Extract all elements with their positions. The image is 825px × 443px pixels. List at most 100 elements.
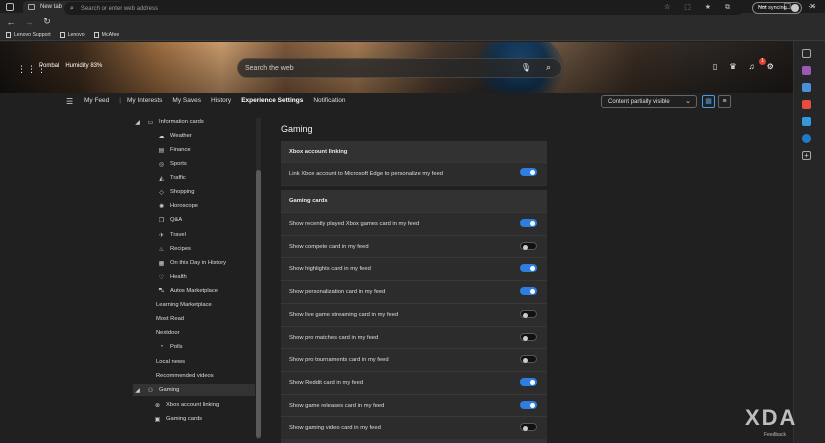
refresh-button[interactable]: ↻: [38, 16, 56, 27]
qa-icon: ❐: [158, 217, 165, 224]
toggle-switch[interactable]: [520, 219, 537, 227]
grid-layout-icon[interactable]: ▦: [702, 95, 715, 108]
microphone-icon[interactable]: 🎙︎: [521, 63, 531, 72]
toggle-knob: [523, 335, 528, 341]
bookmarks-bar: Lenovo Support Lenovo McAfee: [0, 30, 825, 41]
toggle-switch[interactable]: [520, 401, 537, 409]
gaming-card-row: Show live game streaming card in my feed: [281, 303, 547, 326]
phone-icon[interactable]: ▯: [713, 62, 717, 71]
tree-item-information-cards[interactable]: ◢ ▭ Information cards: [133, 116, 204, 128]
toggle-switch[interactable]: [520, 264, 537, 272]
rewards-icon[interactable]: ♛: [729, 62, 736, 71]
weather-widget[interactable]: Pombal Humidity 83%: [39, 63, 102, 69]
shopping-sidebar-icon[interactable]: [802, 66, 811, 75]
gaming-card-row-label: Show pro matches card in my feed: [289, 335, 379, 341]
tree-item-travel[interactable]: ✈ Travel: [157, 229, 186, 241]
bookmark-item[interactable]: Lenovo: [59, 32, 85, 38]
outlook-sidebar-icon[interactable]: [802, 117, 811, 126]
toggle-switch[interactable]: [520, 423, 537, 431]
tree-item-weather[interactable]: ☁ Weather: [157, 130, 192, 142]
nav-my-interests[interactable]: My Interests: [127, 97, 162, 104]
recipes-icon: ♨: [158, 246, 165, 253]
tree-item-xbox-account-linking[interactable]: ⊗ Xbox account linking: [153, 399, 219, 411]
xbox-link-row: Link Xbox account to Microsoft Edge to p…: [281, 162, 547, 185]
tree-item-autos-marketplace[interactable]: ⛍ Autos Marketplace: [157, 285, 218, 297]
tree-item-horoscope[interactable]: ✺ Horoscope: [157, 200, 198, 212]
nav-my-feed[interactable]: My Feed: [84, 97, 109, 104]
bookmark-item[interactable]: McAfee: [93, 32, 119, 38]
traffic-icon: ◭: [159, 175, 164, 182]
skype-sidebar-icon[interactable]: [802, 134, 811, 143]
tree-scrollbar[interactable]: [256, 118, 261, 439]
address-bar-icons[interactable]: ☆ ⬚ ★ ⧉: [664, 3, 736, 12]
tree-item-learning-marketplace[interactable]: Learning Marketplace: [156, 299, 212, 311]
nav-notification[interactable]: Notification: [313, 97, 345, 104]
toggle-switch[interactable]: [520, 333, 537, 341]
profile-sync-button[interactable]: Not syncing: [752, 2, 802, 14]
toggle-knob: [530, 402, 535, 408]
tree-item-recipes[interactable]: ♨ Recipes: [157, 243, 191, 255]
page-title: Gaming: [281, 124, 313, 134]
content-visibility-dropdown[interactable]: Content partially visible ⌄: [601, 95, 697, 108]
humidity-label: Humidity 83%: [65, 63, 103, 69]
gaming-cards-icon: ▣: [154, 416, 161, 423]
tree-item-nextdoor[interactable]: Nextdoor: [156, 327, 180, 339]
toggle-knob: [530, 288, 535, 294]
web-search-box[interactable]: Search the web 🎙︎ ⌕: [237, 58, 562, 78]
tree-item-health[interactable]: ♡ Health: [157, 271, 187, 283]
window-menu-icon[interactable]: [6, 2, 14, 11]
toggle-switch[interactable]: [520, 242, 537, 250]
office-sidebar-icon[interactable]: [802, 100, 811, 109]
nav-experience-settings[interactable]: Experience Settings: [241, 97, 303, 104]
bookmark-icon: [6, 32, 11, 38]
tools-sidebar-icon[interactable]: [802, 83, 811, 92]
tree-item-sports[interactable]: ◎ Sports: [157, 158, 187, 170]
tree-item-qa[interactable]: ❐ Q&A: [157, 214, 182, 226]
search-icon[interactable]: ⌕: [546, 62, 551, 73]
finance-icon: ▤: [158, 147, 165, 154]
toggle-xbox-link[interactable]: [520, 168, 537, 176]
add-sidebar-icon[interactable]: +: [802, 151, 811, 160]
toggle-switch[interactable]: [520, 310, 537, 318]
tree-item-on-this-day[interactable]: ▦ On this Day in History: [157, 257, 226, 269]
tree-item-traffic[interactable]: ◭ Traffic: [157, 172, 186, 184]
horoscope-icon: ✺: [158, 203, 165, 210]
calendar-icon: ▦: [158, 260, 165, 267]
travel-icon: ✈: [158, 232, 165, 239]
bookmark-item[interactable]: Lenovo Support: [6, 32, 51, 38]
tree-item-most-read[interactable]: Most Read: [156, 313, 184, 325]
tree-item-recommended-videos[interactable]: Recommended videos: [156, 370, 214, 382]
section-title: Xbox account linking: [289, 149, 348, 155]
tree-item-gaming-cards[interactable]: ▣ Gaming cards: [153, 413, 202, 425]
back-button[interactable]: ←: [2, 17, 20, 27]
polls-icon: ◔: [159, 344, 164, 350]
hamburger-menu-icon[interactable]: ☰: [66, 97, 73, 106]
collapse-icon: ◢: [135, 119, 140, 126]
tree-item-polls[interactable]: ◔ Polls: [157, 341, 183, 353]
toggle-switch[interactable]: [520, 378, 537, 386]
xbox-icon: ⊗: [154, 402, 161, 409]
gaming-card-row-label: Show pro tournaments card in my feed: [289, 357, 389, 363]
more-menu-button[interactable]: ⋯: [808, 2, 816, 11]
notifications-icon[interactable]: ♫: [749, 62, 755, 71]
list-layout-icon[interactable]: ≡: [718, 95, 731, 108]
section-title: Gaming cards: [289, 198, 328, 204]
tree-item-finance[interactable]: ▤ Finance: [157, 144, 191, 156]
toggle-knob: [530, 220, 535, 226]
settings-gear-icon[interactable]: ⚙: [767, 62, 774, 71]
tree-item-gaming[interactable]: ◢ ⚇ Gaming: [133, 384, 255, 396]
feedback-button[interactable]: Feedback: [764, 432, 786, 438]
chevron-down-icon: ⌄: [685, 98, 691, 105]
address-bar[interactable]: ⌕ Search or enter web address ☆ ⬚ ★ ⧉: [64, 2, 744, 15]
tree-item-local-news[interactable]: Local news: [156, 356, 185, 368]
tree-scrollbar-thumb[interactable]: [256, 170, 261, 438]
toggle-switch[interactable]: [520, 355, 537, 363]
tree-item-shopping[interactable]: ◇ Shopping: [157, 186, 194, 198]
nav-my-saves[interactable]: My Saves: [172, 97, 201, 104]
xda-watermark-logo: XDA: [745, 405, 798, 430]
nav-history[interactable]: History: [211, 97, 231, 104]
search-sidebar-icon[interactable]: [802, 49, 811, 58]
notification-badge: 1: [759, 58, 766, 65]
toggle-switch[interactable]: [520, 287, 537, 295]
forward-button[interactable]: →: [20, 17, 38, 27]
